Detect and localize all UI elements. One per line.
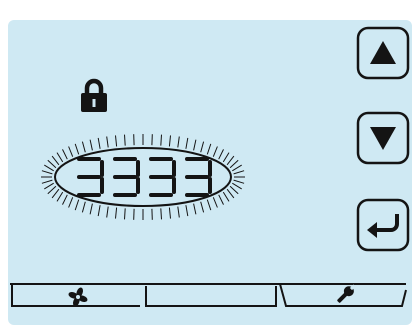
thermostat-screen: 3333: [0, 0, 418, 332]
lcd-display: [8, 20, 412, 325]
tab-settings[interactable]: [280, 282, 402, 308]
flash-ray: [160, 134, 162, 146]
flash-ray: [124, 208, 126, 220]
flash-ray: [124, 134, 126, 146]
tab-fan[interactable]: [12, 284, 140, 308]
tab-blank[interactable]: [146, 284, 276, 308]
flash-ray: [160, 208, 162, 220]
lcd-canvas: [8, 20, 412, 325]
